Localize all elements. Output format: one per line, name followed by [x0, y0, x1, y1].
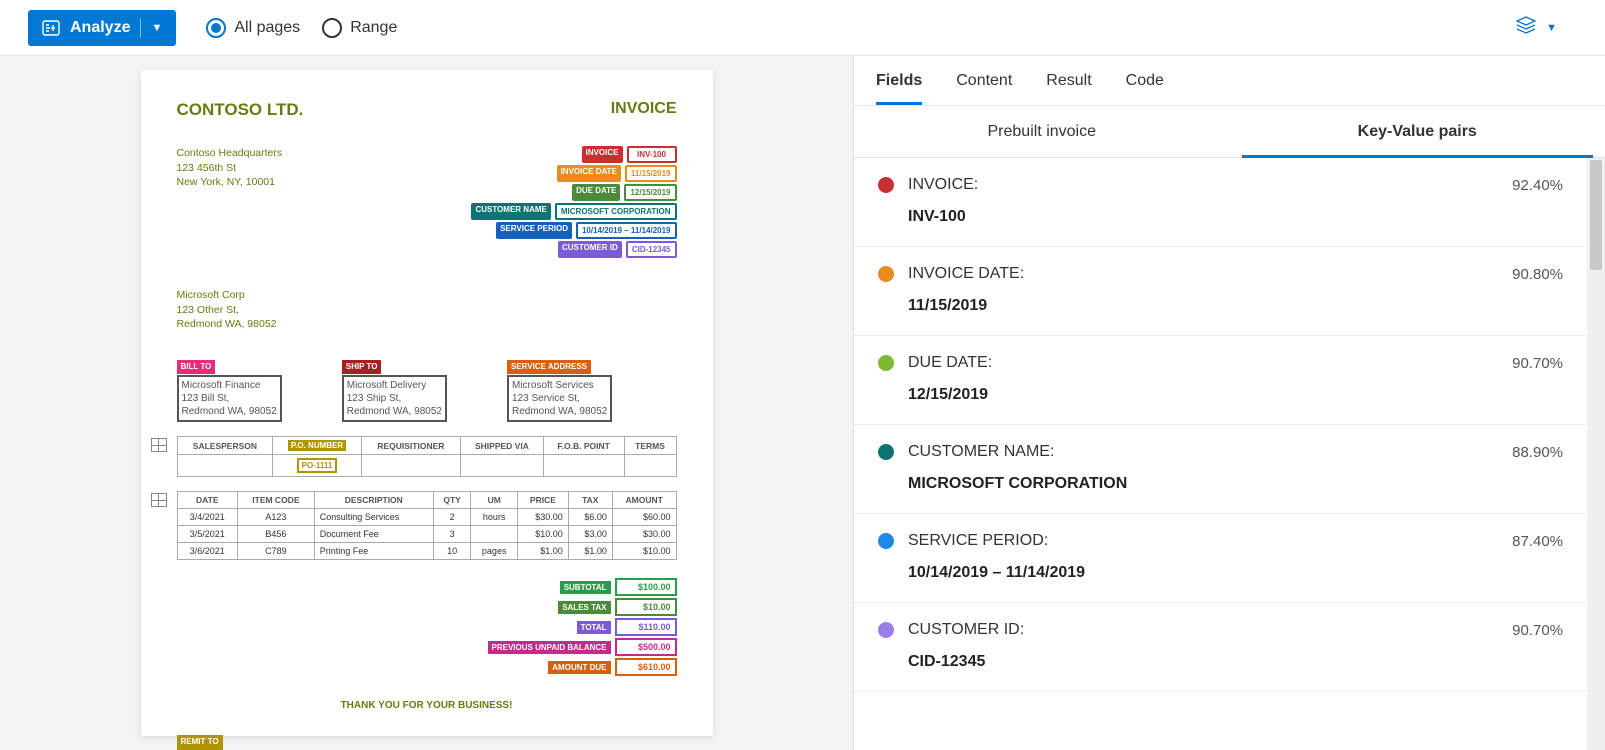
kv-value: MICROSOFT CORPORATION [908, 475, 1563, 493]
tab-code[interactable]: Code [1126, 58, 1164, 104]
kv-value: 10/14/2019 – 11/14/2019 [908, 564, 1563, 582]
remit-to-block: REMIT TO Contoso Billing123 Remit StNew … [177, 735, 677, 750]
kv-key: DUE DATE: [908, 354, 992, 372]
divider [140, 18, 141, 38]
field-subtabs: Prebuilt invoice Key-Value pairs [854, 106, 1605, 158]
analyze-icon [42, 20, 60, 36]
kv-confidence: 87.40% [1512, 533, 1563, 550]
radio-icon [206, 18, 226, 38]
color-dot-icon [878, 622, 894, 638]
layers-dropdown[interactable]: ▼ [1516, 16, 1577, 39]
kv-value: 12/15/2019 [908, 386, 1563, 404]
kv-confidence: 92.40% [1512, 177, 1563, 194]
radio-all-pages[interactable]: All pages [206, 18, 300, 38]
color-dot-icon [878, 266, 894, 282]
tab-fields[interactable]: Fields [876, 58, 922, 104]
table-row: 3/4/2021A123Consulting Services2hours$30… [177, 509, 676, 526]
tab-result[interactable]: Result [1046, 58, 1091, 104]
analyze-button[interactable]: Analyze ▼ [28, 10, 176, 46]
invoice-heading: INVOICE [611, 100, 677, 118]
tab-prebuilt-invoice[interactable]: Prebuilt invoice [854, 106, 1230, 157]
document-viewer[interactable]: CONTOSO LTD. INVOICE Contoso Headquarter… [0, 56, 853, 750]
kv-item[interactable]: INVOICE: 92.40% INV-100 [854, 158, 1587, 247]
table-row: 3/6/2021C789Printing Fee10pages$1.00$1.0… [177, 543, 676, 560]
radio-range[interactable]: Range [322, 18, 397, 38]
po-table-wrap: SALESPERSONP.O. NUMBERREQUISITIONERSHIPP… [177, 436, 677, 477]
invoice-meta: INVOICEINV-100 INVOICE DATE11/15/2019 DU… [471, 146, 676, 260]
po-table: SALESPERSONP.O. NUMBERREQUISITIONERSHIPP… [177, 436, 677, 477]
main-area: CONTOSO LTD. INVOICE Contoso Headquarter… [0, 56, 1605, 750]
table-icon[interactable] [151, 493, 167, 507]
kv-item[interactable]: DUE DATE: 90.70% 12/15/2019 [854, 336, 1587, 425]
color-dot-icon [878, 444, 894, 460]
color-dot-icon [878, 177, 894, 193]
color-dot-icon [878, 533, 894, 549]
table-icon[interactable] [151, 438, 167, 452]
result-tabs: Fields Content Result Code [854, 56, 1605, 106]
kv-confidence: 90.70% [1512, 622, 1563, 639]
kv-key: SERVICE PERIOD: [908, 532, 1048, 550]
kv-confidence: 90.70% [1512, 355, 1563, 372]
top-toolbar: Analyze ▼ All pages Range ▼ [0, 0, 1605, 56]
scrollbar[interactable] [1587, 158, 1605, 750]
kv-item[interactable]: CUSTOMER ID: 90.70% CID-12345 [854, 603, 1587, 692]
scrollbar-thumb[interactable] [1590, 160, 1602, 270]
kv-list[interactable]: INVOICE: 92.40% INV-100 INVOICE DATE: 90… [854, 158, 1587, 692]
kv-item[interactable]: INVOICE DATE: 90.80% 11/15/2019 [854, 247, 1587, 336]
hq-address: Contoso Headquarters123 456th StNew York… [177, 146, 283, 260]
document-page: CONTOSO LTD. INVOICE Contoso Headquarter… [141, 70, 713, 736]
tab-content[interactable]: Content [956, 58, 1012, 104]
layers-icon [1516, 16, 1536, 39]
radio-label: Range [350, 19, 397, 37]
chevron-down-icon[interactable]: ▼ [151, 22, 162, 34]
results-panel: Fields Content Result Code Prebuilt invo… [853, 56, 1605, 750]
page-mode-group: All pages Range [206, 18, 397, 38]
radio-label: All pages [234, 19, 300, 37]
color-dot-icon [878, 355, 894, 371]
kv-confidence: 90.80% [1512, 266, 1563, 283]
kv-key: CUSTOMER NAME: [908, 443, 1054, 461]
radio-icon [322, 18, 342, 38]
kv-value: 11/15/2019 [908, 297, 1563, 315]
analyze-label: Analyze [70, 19, 130, 37]
tab-key-value-pairs[interactable]: Key-Value pairs [1230, 106, 1605, 157]
items-table-wrap: DATEITEM CODEDESCRIPTIONQTYUMPRICETAXAMO… [177, 491, 677, 560]
chevron-down-icon: ▼ [1546, 22, 1557, 34]
kv-item[interactable]: CUSTOMER NAME: 88.90% MICROSOFT CORPORAT… [854, 425, 1587, 514]
kv-key: CUSTOMER ID: [908, 621, 1024, 639]
kv-item[interactable]: SERVICE PERIOD: 87.40% 10/14/2019 – 11/1… [854, 514, 1587, 603]
service-address-block: SERVICE ADDRESS Microsoft Services123 Se… [507, 360, 612, 422]
thank-you-text: THANK YOU FOR YOUR BUSINESS! [177, 700, 677, 711]
totals-block: SUBTOTAL$100.00 SALES TAX$10.00 TOTAL$11… [177, 578, 677, 676]
kv-confidence: 88.90% [1512, 444, 1563, 461]
kv-value: CID-12345 [908, 653, 1563, 671]
bill-to-block: BILL TO Microsoft Finance123 Bill St,Red… [177, 360, 282, 422]
company-name: CONTOSO LTD. [177, 100, 304, 120]
kv-value: INV-100 [908, 208, 1563, 226]
table-row: 3/5/2021B456Document Fee3$10.00$3.00$30.… [177, 526, 676, 543]
address-blocks: BILL TO Microsoft Finance123 Bill St,Red… [177, 360, 677, 422]
kv-key: INVOICE: [908, 176, 978, 194]
items-table: DATEITEM CODEDESCRIPTIONQTYUMPRICETAXAMO… [177, 491, 677, 560]
kv-key: INVOICE DATE: [908, 265, 1024, 283]
ship-to-block: SHIP TO Microsoft Delivery123 Ship St,Re… [342, 360, 447, 422]
customer-address: Microsoft Corp123 Other St,Redmond WA, 9… [177, 288, 677, 332]
